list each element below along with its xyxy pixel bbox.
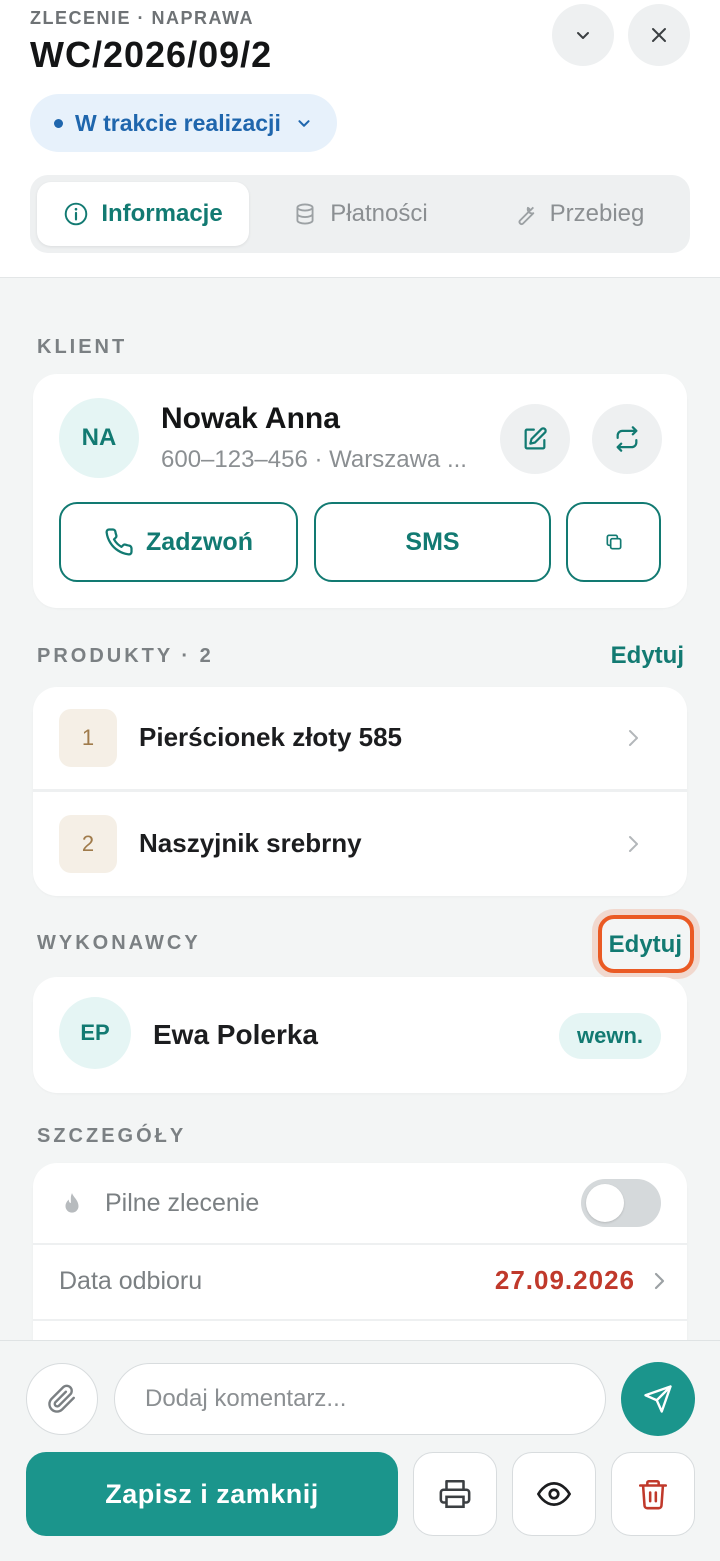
send-button[interactable]	[621, 1362, 695, 1436]
divider	[33, 789, 687, 792]
info-icon	[65, 202, 88, 226]
tab-label: Płatności	[330, 200, 428, 227]
copy-icon	[606, 534, 621, 550]
collapse-button[interactable]	[552, 4, 614, 66]
sms-button-label: SMS	[405, 527, 460, 556]
chevron-down-icon	[577, 32, 589, 39]
close-button[interactable]	[628, 4, 690, 66]
executors-section-label: WYKONAWCY	[37, 932, 201, 954]
comment-input[interactable]	[114, 1363, 606, 1435]
edit-client-button[interactable]	[500, 404, 570, 474]
phone-icon	[105, 528, 133, 556]
wrench-icon	[518, 206, 534, 225]
status-dot-icon	[54, 118, 63, 128]
chevron-right-icon	[654, 1272, 665, 1290]
product-name: Pierścionek złoty 585	[139, 722, 403, 752]
chevron-right-icon	[629, 836, 638, 852]
client-card: NA Nowak Anna 600–123–456 · Warszawa ...…	[33, 374, 687, 608]
list-item[interactable]: 2 Naszyjnik srebrny	[33, 793, 687, 895]
order-type-label: ZLECENIE · NAPRAWA	[30, 8, 255, 28]
details-section-label: SZCZEGÓŁY	[37, 1125, 187, 1147]
preview-button[interactable]	[512, 1452, 596, 1536]
tab-bar: Informacje Płatności Przebieg	[30, 175, 690, 253]
divider	[33, 1243, 687, 1245]
tab-platnosci[interactable]: Płatności	[256, 182, 464, 246]
toggle-knob	[586, 1184, 624, 1222]
eye-icon	[537, 1482, 571, 1506]
pickup-date-value[interactable]: 27.09.2026	[495, 1265, 635, 1296]
close-icon	[652, 28, 666, 42]
printer-icon	[439, 1479, 471, 1509]
executor-name: Ewa Polerka	[153, 1019, 318, 1050]
list-item[interactable]: 1 Pierścionek złoty 585	[33, 687, 687, 789]
client-section-label: KLIENT	[37, 336, 128, 358]
status-dropdown[interactable]: W trakcie realizacji	[30, 94, 337, 152]
save-and-close-button[interactable]: Zapisz i zamknij	[26, 1452, 398, 1536]
database-icon	[296, 203, 314, 225]
delete-button[interactable]	[611, 1452, 695, 1536]
send-icon	[644, 1385, 672, 1413]
product-number: 2	[59, 815, 117, 873]
chevron-right-icon	[629, 730, 638, 746]
edit-icon	[524, 427, 547, 450]
print-button[interactable]	[413, 1452, 497, 1536]
tab-label: Informacje	[101, 200, 223, 227]
flame-icon	[65, 1193, 79, 1213]
tab-label: Przebieg	[549, 200, 645, 227]
pickup-date-label: Data odbioru	[59, 1267, 203, 1295]
client-contact: 600–123–456 · Warszawa ...	[161, 446, 467, 473]
executor-type-badge: wewn.	[558, 1013, 661, 1059]
attach-button[interactable]	[26, 1363, 98, 1435]
copy-button[interactable]	[566, 502, 661, 582]
tab-informacje[interactable]: Informacje	[37, 182, 249, 246]
avatar: EP	[59, 997, 131, 1069]
paperclip-icon	[48, 1384, 75, 1413]
change-client-button[interactable]	[592, 404, 662, 474]
focus-highlight	[598, 915, 694, 973]
urgent-label: Pilne zlecenie	[105, 1189, 260, 1217]
bottom-action-bar: Zapisz i zamknij	[0, 1340, 720, 1561]
status-label: W trakcie realizacji	[75, 109, 281, 136]
call-button[interactable]: Zadzwoń	[59, 502, 298, 582]
call-button-label: Zadzwoń	[146, 527, 253, 556]
order-number: WC/2026/09/2	[30, 34, 273, 75]
product-number: 1	[59, 709, 117, 767]
avatar: NA	[59, 398, 139, 478]
edit-products-link[interactable]: Edytuj	[611, 642, 684, 670]
products-section-label: PRODUKTY · 2	[37, 645, 214, 667]
trash-icon	[638, 1479, 668, 1510]
product-name: Naszyjnik srebrny	[139, 828, 362, 858]
swap-icon	[616, 426, 638, 452]
urgent-toggle[interactable]	[581, 1179, 661, 1227]
chevron-down-icon	[298, 120, 310, 127]
client-name: Nowak Anna	[161, 402, 340, 435]
executors-card: EP Ewa Polerka wewn.	[33, 977, 687, 1093]
tab-przebieg[interactable]: Przebieg	[472, 182, 684, 246]
products-card: 1 Pierścionek złoty 585 2 Naszyjnik sreb…	[33, 687, 687, 896]
divider	[33, 1319, 687, 1321]
order-header: ZLECENIE · NAPRAWA WC/2026/09/2 W trakci…	[0, 0, 720, 278]
sms-button[interactable]: SMS	[314, 502, 551, 582]
